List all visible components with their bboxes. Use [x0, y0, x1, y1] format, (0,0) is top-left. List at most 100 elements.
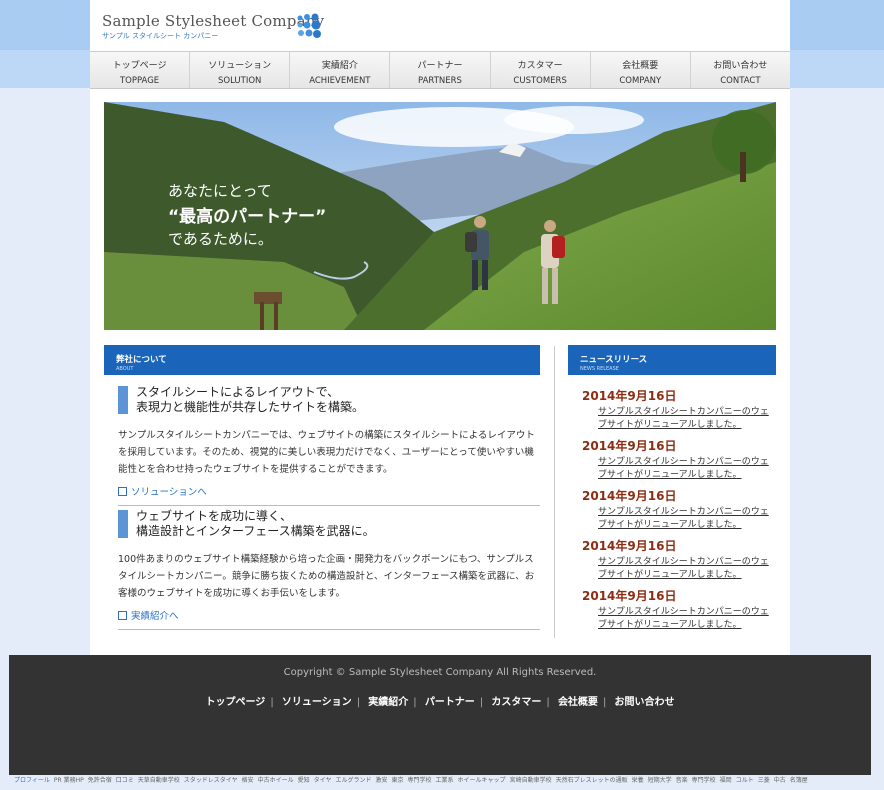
news-item: 2014年9月16日 サンプルスタイルシートカンパニーのウェブサイトがリニューア… — [582, 387, 772, 432]
footer-link-solution[interactable]: ソリューション — [282, 697, 352, 708]
feature-title: スタイルシートによるレイアウトで、 表現力と機能性が共存したサイトを構築。 — [118, 385, 540, 415]
achievement-link[interactable]: 実績紹介へ — [118, 608, 540, 622]
bottom-link[interactable]: スタッドレスタイヤ — [184, 777, 238, 784]
bottom-link[interactable]: 免許合宿 — [88, 777, 112, 784]
footer-separator: | — [602, 697, 607, 708]
bottom-link[interactable]: 天然石ブレスレットの通販 — [556, 777, 628, 784]
feature-body: サンプルスタイルシートカンパニーでは、ウェブサイトの構築にスタイルシートによるレ… — [118, 430, 535, 475]
nav-item-toppage[interactable]: トップページ TOPPAGE — [90, 52, 191, 88]
solution-link[interactable]: ソリューションへ — [118, 484, 540, 498]
news-link[interactable]: サンプルスタイルシートカンパニーのウェブサイトがリニューアルしました。 — [598, 506, 772, 532]
news-date: 2014年9月16日 — [582, 589, 677, 603]
nav-label-jp: ソリューション — [208, 61, 272, 71]
bottom-link[interactable]: 激安 — [375, 777, 387, 784]
about-section-header: 弊社について ABOUT — [104, 345, 540, 375]
news-date: 2014年9月16日 — [582, 389, 677, 403]
bottom-link[interactable]: 専門学校 — [408, 777, 432, 784]
nav-label-en: ACHIEVEMENT — [309, 76, 371, 86]
bottom-link[interactable]: 工業系 — [436, 777, 454, 784]
bottom-link[interactable]: 中古ホイール — [258, 777, 294, 784]
footer-link-company[interactable]: 会社概要 — [558, 697, 598, 708]
bottom-links-bar: プロフィール PR 業務HP 免許合宿 口コミ 天草自動車学校 スタッドレスタイヤ 格安 中古… — [14, 775, 874, 784]
nav-label-en: CONTACT — [720, 76, 761, 86]
achievement-link-label: 実績紹介へ — [131, 611, 179, 622]
bottom-link[interactable]: PR 業務HP — [54, 777, 84, 784]
feature-title: ウェブサイトを成功に導く、 構造設計とインターフェース構築を武器に。 — [118, 509, 540, 539]
bottom-link[interactable]: 福岡 — [720, 777, 732, 784]
nav-label-en: PARTNERS — [418, 76, 462, 86]
nav-label-en: TOPPAGE — [119, 76, 160, 86]
nav-item-customers[interactable]: カスタマー CUSTOMERS — [491, 52, 591, 88]
global-nav: トップページ TOPPAGE ソリューション SOLUTION 実績紹介 ACH… — [90, 51, 790, 89]
news-subtitle: NEWS RELEASE — [580, 366, 619, 372]
bottom-link[interactable]: 宮崎自動車学校 — [510, 777, 552, 784]
news-item: 2014年9月16日 サンプルスタイルシートカンパニーのウェブサイトがリニューア… — [582, 587, 772, 632]
bottom-link[interactable]: 三菱 — [758, 777, 770, 784]
nav-item-achievement[interactable]: 実績紹介 ACHIEVEMENT — [290, 52, 391, 88]
bottom-link[interactable]: エルグランド — [335, 777, 371, 784]
bottom-link[interactable]: プロフィール — [14, 777, 50, 784]
footer-separator: | — [356, 697, 361, 708]
bottom-link[interactable]: 名簿屋 — [790, 777, 808, 784]
footer-link-achievement[interactable]: 実績紹介 — [368, 697, 408, 708]
bottom-link[interactable]: 東京 — [392, 777, 404, 784]
footer-separator: | — [479, 697, 484, 708]
hero-headline-line1: あなたにとって — [168, 182, 272, 200]
news-date: 2014年9月16日 — [582, 439, 677, 453]
nav-label-en: CUSTOMERS — [513, 76, 567, 86]
bottom-link[interactable]: 短期大学 — [648, 777, 672, 784]
feature-title-line1: スタイルシートによるレイアウトで、 — [136, 385, 340, 399]
footer-link-partners[interactable]: パートナー — [425, 697, 475, 708]
about-subtitle: ABOUT — [116, 366, 134, 372]
news-link[interactable]: サンプルスタイルシートカンパニーのウェブサイトがリニューアルしました。 — [598, 556, 772, 582]
footer-separator: | — [413, 697, 417, 708]
news-link[interactable]: サンプルスタイルシートカンパニーのウェブサイトがリニューアルしました。 — [598, 456, 772, 482]
bottom-link[interactable]: 口コミ — [116, 777, 134, 784]
feature-title-line2: 構造設計とインターフェース構築を武器に。 — [136, 524, 375, 538]
link-arrow-icon — [118, 610, 127, 620]
footer-link-toppage[interactable]: トップページ — [206, 697, 266, 708]
news-title: ニュースリリース — [580, 355, 648, 365]
news-link[interactable]: サンプルスタイルシートカンパニーのウェブサイトがリニューアルしました。 — [598, 606, 772, 632]
column-divider — [554, 346, 555, 638]
link-arrow-icon — [118, 486, 127, 496]
footer-separator: | — [270, 697, 274, 708]
nav-item-company[interactable]: 会社概要 COMPANY — [591, 52, 691, 88]
bottom-link[interactable]: 栄養 — [632, 777, 644, 784]
feature-title-line1: ウェブサイトを成功に導く、 — [136, 509, 293, 523]
nav-label-jp: カスタマー — [517, 61, 563, 71]
bottom-link[interactable]: 専門学校 — [692, 777, 716, 784]
news-link[interactable]: サンプルスタイルシートカンパニーのウェブサイトがリニューアルしました。 — [598, 406, 772, 432]
bottom-link[interactable]: 音楽 — [676, 777, 688, 784]
hero-banner: あなたにとって “最高のパートナー” であるために。 — [104, 102, 776, 330]
page-container: Sample Stylesheet Company サンプル スタイルシート カ… — [90, 0, 790, 655]
bottom-link[interactable]: タイヤ — [314, 777, 332, 784]
nav-label-jp: お問い合わせ — [713, 61, 768, 71]
footer-link-customers[interactable]: カスタマー — [491, 697, 541, 708]
footer-link-contact[interactable]: お問い合わせ — [615, 697, 675, 708]
copyright-text: Copyright © Sample Stylesheet Company Al… — [283, 667, 597, 678]
bottom-link[interactable]: 中古 — [774, 777, 786, 784]
feature-divider — [118, 629, 540, 630]
bottom-link[interactable]: コルト — [736, 777, 754, 784]
site-logo[interactable]: Sample Stylesheet Company サンプル スタイルシート カ… — [102, 12, 324, 41]
feature-body: 100件あまりのウェブサイト構築経験から培った企画・開発力をバックボーンにもつ、… — [118, 554, 535, 599]
nav-item-contact[interactable]: お問い合わせ CONTACT — [691, 52, 790, 88]
nav-label-jp: パートナー — [417, 61, 463, 71]
bottom-link[interactable]: 愛知 — [298, 777, 310, 784]
nav-item-solution[interactable]: ソリューション SOLUTION — [190, 52, 291, 88]
nav-label-jp: トップページ — [112, 61, 167, 71]
solution-link-label: ソリューションへ — [131, 487, 207, 498]
bottom-link[interactable]: 天草自動車学校 — [138, 777, 180, 784]
site-footer: Copyright © Sample Stylesheet Company Al… — [9, 655, 871, 775]
news-item: 2014年9月16日 サンプルスタイルシートカンパニーのウェブサイトがリニューア… — [582, 487, 772, 532]
nav-item-partners[interactable]: パートナー PARTNERS — [390, 52, 491, 88]
footer-separator: | — [546, 697, 550, 708]
news-date: 2014年9月16日 — [582, 539, 677, 553]
bottom-link[interactable]: ホイールキャップ — [458, 777, 506, 784]
nav-label-jp: 実績紹介 — [321, 61, 358, 71]
hero-headline-line3: であるために。 — [168, 230, 273, 248]
bottom-link[interactable]: 格安 — [242, 777, 254, 784]
feature-title-line2: 表現力と機能性が共存したサイトを構築。 — [136, 400, 365, 414]
news-date: 2014年9月16日 — [582, 489, 677, 503]
